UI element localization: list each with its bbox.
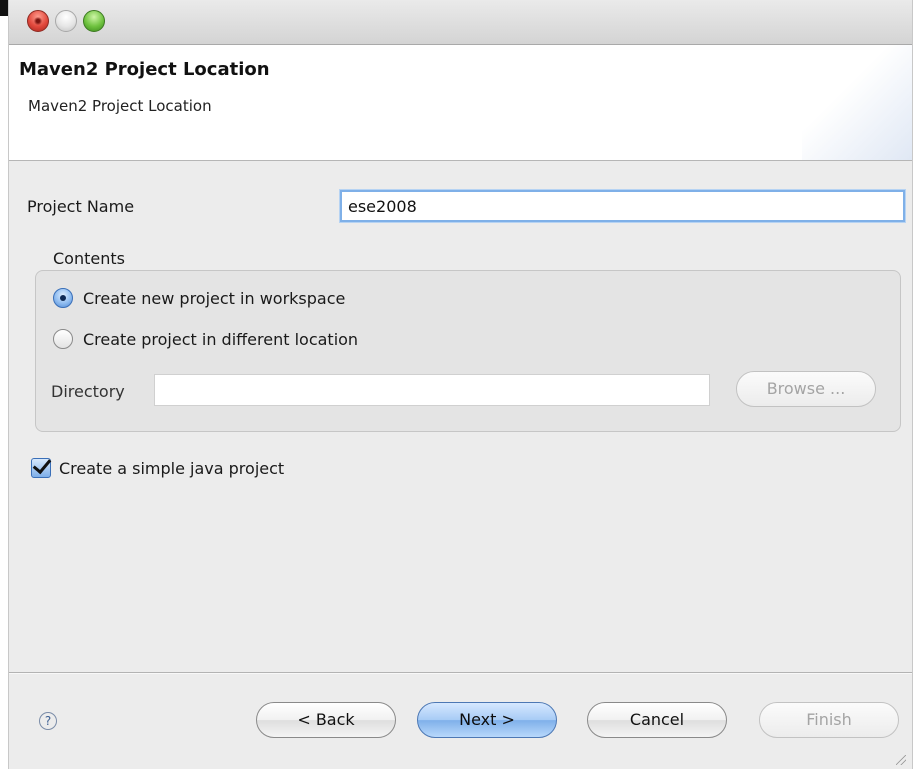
simple-project-label: Create a simple java project	[59, 458, 285, 478]
minimize-window-icon[interactable]	[55, 10, 77, 32]
page-title: Maven2 Project Location	[19, 59, 270, 80]
title-bar[interactable]	[9, 0, 912, 45]
radio-create-in-workspace[interactable]: Create new project in workspace	[53, 288, 345, 308]
directory-input[interactable]	[154, 374, 710, 406]
radio-location-label: Create project in different location	[83, 329, 359, 349]
contents-group: Create new project in workspace Create p…	[35, 270, 901, 432]
help-icon[interactable]: ?	[39, 712, 57, 730]
radio-create-in-location[interactable]: Create project in different location	[53, 329, 358, 349]
radio-workspace-label: Create new project in workspace	[83, 288, 346, 308]
simple-java-project-option[interactable]: Create a simple java project	[31, 458, 284, 478]
directory-label: Directory	[51, 382, 125, 401]
browse-button[interactable]: Browse ...	[736, 371, 876, 407]
cancel-button[interactable]: Cancel	[587, 702, 727, 738]
contents-group-label: Contents	[53, 249, 125, 268]
wizard-header-banner: Maven2 Project Location Maven2 Project L…	[9, 45, 912, 161]
wizard-window: Maven2 Project Location Maven2 Project L…	[8, 0, 913, 769]
back-button[interactable]: < Back	[256, 702, 396, 738]
project-name-input[interactable]	[340, 190, 905, 222]
simple-project-checkbox[interactable]	[31, 458, 51, 478]
footer-divider	[9, 672, 912, 674]
page-description: Maven2 Project Location	[28, 97, 212, 115]
resize-grip-icon[interactable]	[896, 755, 906, 765]
window-corner	[0, 0, 8, 16]
radio-workspace-indicator[interactable]	[53, 288, 73, 308]
radio-location-indicator[interactable]	[53, 329, 73, 349]
close-window-icon[interactable]	[27, 10, 49, 32]
next-button[interactable]: Next >	[417, 702, 557, 738]
project-name-label: Project Name	[27, 197, 135, 216]
finish-button[interactable]: Finish	[759, 702, 899, 738]
zoom-window-icon[interactable]	[83, 10, 105, 32]
